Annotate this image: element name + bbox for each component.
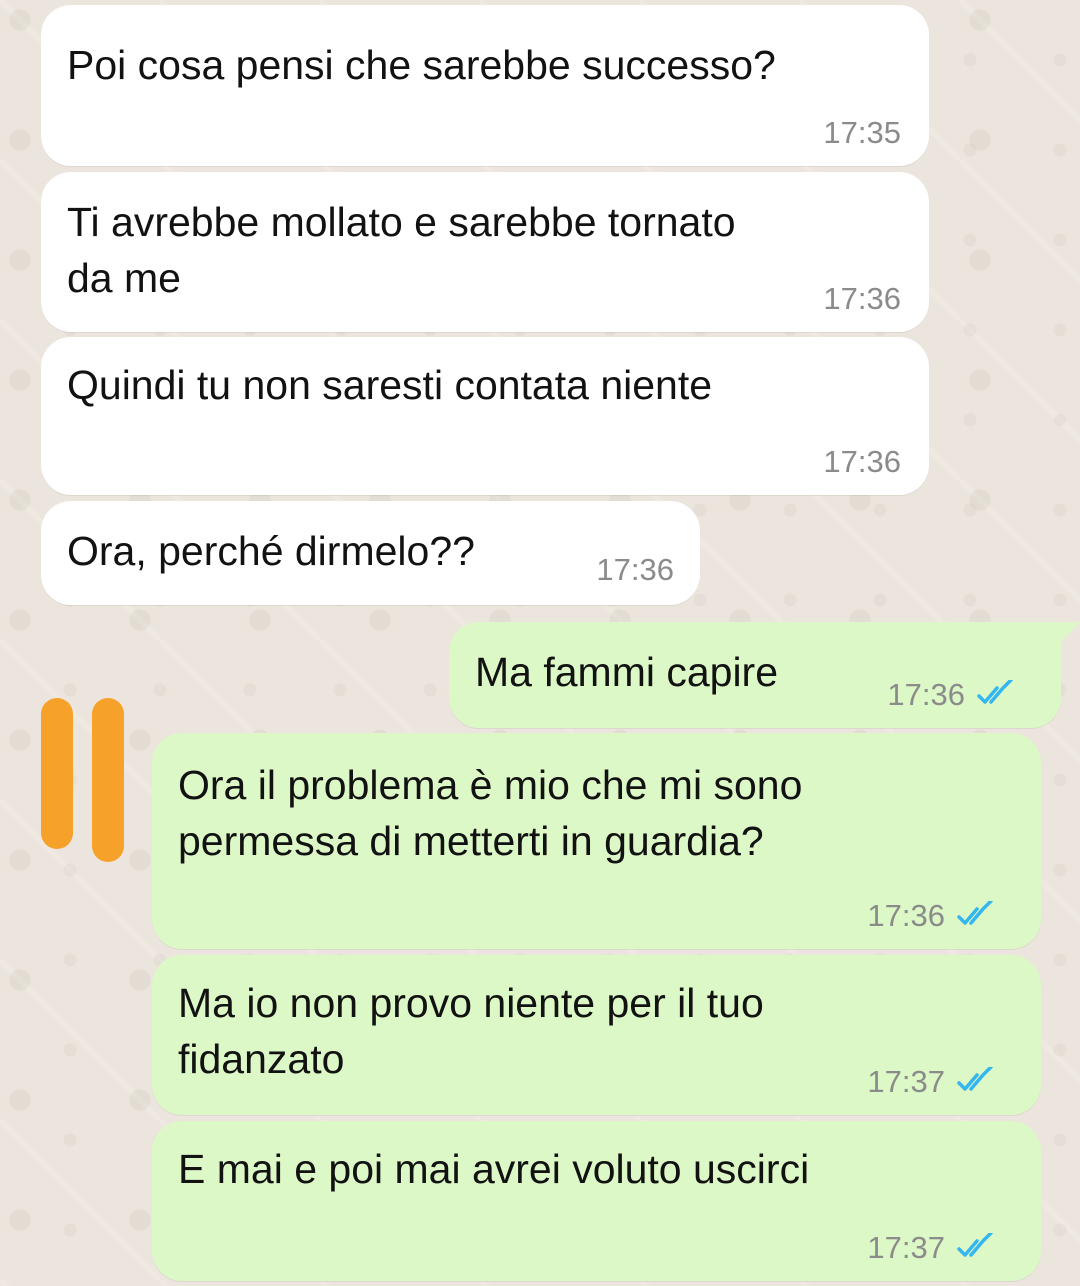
message-bubble[interactable]: Ma fammi capire 17:36 bbox=[449, 622, 1080, 728]
message-bubble[interactable]: Ora, perché dirmelo?? 17:36 bbox=[41, 501, 700, 605]
chat-thread: Poi cosa pensi che sarebbe successo? 17:… bbox=[0, 0, 1080, 1286]
double-check-icon bbox=[957, 900, 993, 925]
message-text: Ma fammi capire bbox=[475, 649, 779, 695]
message-time: 17:37 bbox=[867, 1232, 997, 1263]
highlight-bar-right bbox=[92, 698, 124, 862]
message-text: Quindi tu non saresti contata niente bbox=[67, 362, 713, 408]
message-bubble[interactable]: E mai e poi mai avrei voluto uscirci 17:… bbox=[152, 1121, 1041, 1281]
message-time: 17:36 bbox=[867, 900, 997, 931]
message-time: 17:35 bbox=[823, 115, 901, 150]
message-bubble[interactable]: Ma io non provo niente per il tuo fidanz… bbox=[152, 955, 1041, 1115]
message-bubble[interactable]: Ora il problema è mio che mi sono permes… bbox=[152, 733, 1041, 949]
highlight-bar-left bbox=[41, 698, 73, 849]
message-time: 17:36 bbox=[596, 552, 674, 587]
message-text: Ora, perché dirmelo?? bbox=[67, 528, 475, 574]
double-check-icon bbox=[977, 679, 1013, 704]
message-time: 17:36 bbox=[887, 679, 1017, 710]
message-time: 17:37 bbox=[867, 1066, 997, 1097]
message-text: Ora il problema è mio che mi sono permes… bbox=[178, 762, 803, 864]
double-check-icon bbox=[957, 1066, 993, 1091]
message-time: 17:36 bbox=[823, 281, 901, 316]
message-text: Ti avrebbe mollato e sarebbe tornato da … bbox=[67, 199, 736, 301]
message-tail bbox=[1057, 622, 1080, 646]
message-text: Poi cosa pensi che sarebbe successo? bbox=[67, 42, 776, 88]
message-bubble[interactable]: Poi cosa pensi che sarebbe successo? 17:… bbox=[41, 5, 929, 166]
double-check-icon bbox=[957, 1232, 993, 1257]
highlight-bars bbox=[41, 698, 126, 862]
message-time: 17:36 bbox=[823, 444, 901, 479]
message-bubble[interactable]: Quindi tu non saresti contata niente 17:… bbox=[41, 337, 929, 495]
message-bubble[interactable]: Ti avrebbe mollato e sarebbe tornato da … bbox=[41, 172, 929, 332]
message-text: E mai e poi mai avrei voluto uscirci bbox=[178, 1146, 810, 1192]
